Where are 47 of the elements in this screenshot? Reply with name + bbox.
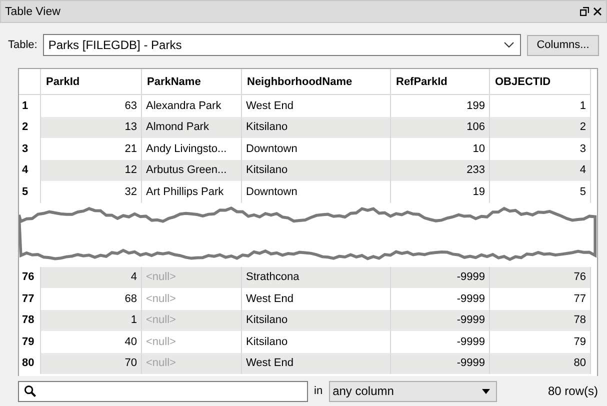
table-cell: 4	[41, 266, 142, 288]
columns-button[interactable]: Columns...	[527, 34, 599, 56]
chevron-down-icon	[504, 42, 514, 48]
table-cell: 2	[490, 116, 591, 138]
table-cell: 106	[391, 116, 490, 138]
row-number: 3	[19, 138, 41, 160]
dropdown-arrow-icon	[482, 388, 490, 394]
table-cell: 1	[41, 310, 142, 331]
row-number: 2	[19, 116, 41, 138]
table-cell: 233	[391, 160, 490, 181]
row-number: 78	[19, 310, 41, 331]
in-label: in	[314, 385, 323, 397]
row-number: 77	[19, 288, 41, 310]
close-icon[interactable]	[593, 7, 602, 16]
table-cell: <null>	[142, 266, 242, 288]
table-cell: West End	[242, 352, 391, 374]
table-cell: 12	[41, 160, 142, 181]
table-cell: 4	[490, 160, 591, 181]
window-title: Table View	[5, 6, 60, 18]
table-cell: Almond Park	[142, 116, 242, 138]
table-cell: -9999	[391, 352, 490, 374]
table-cell: -9999	[391, 310, 490, 331]
search-icon	[24, 385, 36, 397]
row-number: 4	[19, 160, 41, 181]
table-cell: Kitsilano	[242, 160, 391, 181]
table-cell: <null>	[142, 352, 242, 374]
row-number: 79	[19, 331, 41, 352]
table-cell: 13	[41, 116, 142, 138]
table-cell: Arbutus Green...	[142, 160, 242, 181]
table-cell: Kitsilano	[242, 310, 391, 331]
table-cell: <null>	[142, 310, 242, 331]
table-label: Table:	[8, 39, 38, 51]
table-cell: 80	[490, 352, 591, 374]
row-number: 80	[19, 352, 41, 374]
table-dropdown[interactable]: Parks [FILEGDB] - Parks	[43, 34, 521, 56]
row-number: 76	[19, 266, 41, 288]
table-cell: Kitsilano	[242, 116, 391, 138]
restore-icon[interactable]	[580, 7, 589, 16]
table-cell: 70	[41, 352, 142, 374]
column-filter-dropdown[interactable]: any column	[328, 380, 497, 402]
table-cell: Strathcona	[242, 266, 391, 288]
row-number: 5	[19, 181, 41, 202]
table-cell: -9999	[391, 266, 490, 288]
table-cell: 76	[490, 266, 591, 288]
row-count: 80 row(s)	[548, 384, 598, 398]
search-field[interactable]	[18, 380, 308, 402]
table-cell: 78	[490, 310, 591, 331]
